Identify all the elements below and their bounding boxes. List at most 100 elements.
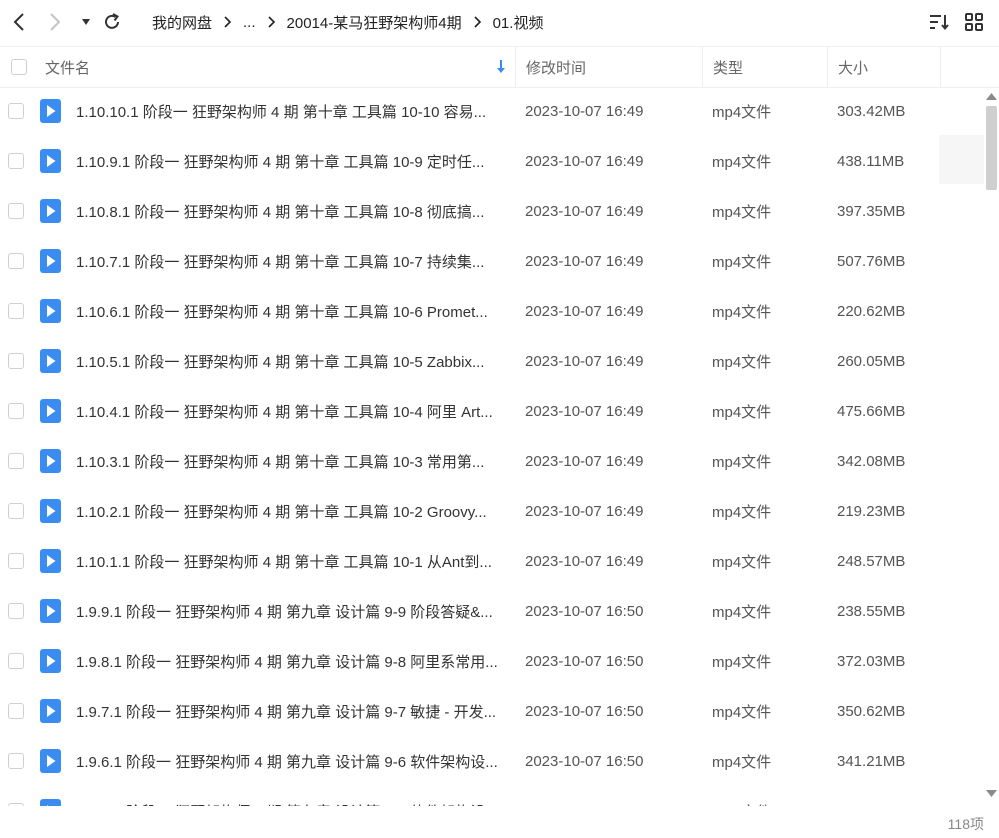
file-row[interactable]: 1.10.10.1 阶段一 狂野架构师 4 期 第十章 工具篇 10-10 容易… xyxy=(0,86,984,136)
sort-button[interactable] xyxy=(928,11,950,33)
row-checkbox[interactable] xyxy=(8,553,24,569)
video-file-icon xyxy=(40,699,61,723)
video-file-icon xyxy=(40,749,61,773)
row-checkbox[interactable] xyxy=(8,803,24,806)
file-type-text: mp4文件 xyxy=(712,603,772,621)
file-modified-time: 2023-10-07 16:49 xyxy=(525,286,695,336)
row-checkbox[interactable] xyxy=(8,503,24,519)
file-name-text: 1.9.6.1 阶段一 狂野架构师 4 期 第九章 设计篇 9-6 软件架构设.… xyxy=(76,753,498,771)
file-name[interactable]: 1.9.7.1 阶段一 狂野架构师 4 期 第九章 设计篇 9-7 敏捷 - 开… xyxy=(76,686,506,736)
breadcrumb-item-folder[interactable]: 20014-某马狂野架构师4期 xyxy=(287,12,462,33)
file-row[interactable]: 1.9.7.1 阶段一 狂野架构师 4 期 第九章 设计篇 9-7 敏捷 - 开… xyxy=(0,686,984,736)
file-name[interactable]: 1.9.6.1 阶段一 狂野架构师 4 期 第九章 设计篇 9-6 软件架构设.… xyxy=(76,736,506,786)
file-name[interactable]: 1.10.5.1 阶段一 狂野架构师 4 期 第十章 工具篇 10-5 Zabb… xyxy=(76,336,506,386)
file-row[interactable]: 1.9.5.1 阶段一 狂野架构师 4 期 第九章 设计篇 9-5 软件架构设.… xyxy=(0,786,984,806)
video-file-icon xyxy=(40,299,61,323)
breadcrumb-item-root[interactable]: 我的网盘 xyxy=(152,12,212,33)
file-type: mp4文件 xyxy=(712,436,822,486)
file-name[interactable]: 1.10.8.1 阶段一 狂野架构师 4 期 第十章 工具篇 10-8 彻底搞.… xyxy=(76,186,506,236)
row-checkbox[interactable] xyxy=(8,303,24,319)
file-size-text: 303.42MB xyxy=(837,102,906,120)
column-header: 文件名 修改时间 类型 大小 xyxy=(0,46,999,88)
file-icon-cell xyxy=(40,286,62,336)
file-type: mp4文件 xyxy=(712,286,822,336)
file-name-text: 1.10.6.1 阶段一 狂野架构师 4 期 第十章 工具篇 10-6 Prom… xyxy=(76,303,488,321)
vertical-scrollbar[interactable] xyxy=(984,86,999,806)
row-checkbox[interactable] xyxy=(8,403,24,419)
video-file-icon xyxy=(40,399,61,423)
scrollbar-thumb[interactable] xyxy=(986,106,997,190)
file-name-text: 1.10.3.1 阶段一 狂野架构师 4 期 第十章 工具篇 10-3 常用第.… xyxy=(76,453,485,471)
file-name[interactable]: 1.9.5.1 阶段一 狂野架构师 4 期 第九章 设计篇 9-5 软件架构设.… xyxy=(76,786,506,807)
file-name[interactable]: 1.9.8.1 阶段一 狂野架构师 4 期 第九章 设计篇 9-8 阿里系常用.… xyxy=(76,636,506,686)
row-checkbox[interactable] xyxy=(8,203,24,219)
row-checkbox-cell xyxy=(8,486,26,536)
row-checkbox[interactable] xyxy=(8,653,24,669)
row-checkbox[interactable] xyxy=(8,603,24,619)
file-type-text: mp4文件 xyxy=(712,553,772,571)
file-row[interactable]: 1.9.9.1 阶段一 狂野架构师 4 期 第九章 设计篇 9-9 阶段答疑&.… xyxy=(0,586,984,636)
row-checkbox[interactable] xyxy=(8,453,24,469)
file-name[interactable]: 1.10.10.1 阶段一 狂野架构师 4 期 第十章 工具篇 10-10 容易… xyxy=(76,86,506,136)
file-row[interactable]: 1.9.6.1 阶段一 狂野架构师 4 期 第九章 设计篇 9-6 软件架构设.… xyxy=(0,736,984,786)
row-checkbox[interactable] xyxy=(8,153,24,169)
file-row[interactable]: 1.10.3.1 阶段一 狂野架构师 4 期 第十章 工具篇 10-3 常用第.… xyxy=(0,436,984,486)
file-row[interactable]: 1.9.8.1 阶段一 狂野架构师 4 期 第九章 设计篇 9-8 阿里系常用.… xyxy=(0,636,984,686)
file-name[interactable]: 1.10.4.1 阶段一 狂野架构师 4 期 第十章 工具篇 10-4 阿里 A… xyxy=(76,386,506,436)
file-icon-cell xyxy=(40,436,62,486)
file-name[interactable]: 1.10.7.1 阶段一 狂野架构师 4 期 第十章 工具篇 10-7 持续集.… xyxy=(76,236,506,286)
file-type: mp4文件 xyxy=(712,586,822,636)
column-header-time[interactable]: 修改时间 xyxy=(515,47,702,87)
row-checkbox-cell xyxy=(8,336,26,386)
breadcrumb-item-ellipsis[interactable]: ... xyxy=(243,14,256,31)
file-icon-cell xyxy=(40,536,62,586)
grid-view-button[interactable] xyxy=(963,11,985,33)
file-name[interactable]: 1.9.9.1 阶段一 狂野架构师 4 期 第九章 设计篇 9-9 阶段答疑&.… xyxy=(76,586,506,636)
file-row[interactable]: 1.10.9.1 阶段一 狂野架构师 4 期 第十章 工具篇 10-9 定时任.… xyxy=(0,136,984,186)
breadcrumb-item-current[interactable]: 01.视频 xyxy=(493,12,544,33)
file-row[interactable]: 1.10.8.1 阶段一 狂野架构师 4 期 第十章 工具篇 10-8 彻底搞.… xyxy=(0,186,984,236)
row-checkbox[interactable] xyxy=(8,253,24,269)
back-button[interactable] xyxy=(8,8,30,36)
column-header-time-label: 修改时间 xyxy=(526,59,587,77)
file-size: 438.11MB xyxy=(837,136,937,186)
file-name[interactable]: 1.10.3.1 阶段一 狂野架构师 4 期 第十章 工具篇 10-3 常用第.… xyxy=(76,436,506,486)
forward-button[interactable] xyxy=(44,8,66,36)
column-header-size-label: 大小 xyxy=(838,59,869,77)
column-header-type[interactable]: 类型 xyxy=(702,47,827,87)
row-checkbox[interactable] xyxy=(8,353,24,369)
file-row[interactable]: 1.10.6.1 阶段一 狂野架构师 4 期 第十章 工具篇 10-6 Prom… xyxy=(0,286,984,336)
item-count: 118项 xyxy=(947,816,984,832)
file-size: 376.97MB xyxy=(837,786,937,807)
select-all-checkbox[interactable] xyxy=(11,59,27,75)
file-row[interactable]: 1.10.1.1 阶段一 狂野架构师 4 期 第十章 工具篇 10-1 从Ant… xyxy=(0,536,984,586)
file-row[interactable]: 1.10.5.1 阶段一 狂野架构师 4 期 第十章 工具篇 10-5 Zabb… xyxy=(0,336,984,386)
video-file-icon xyxy=(40,799,61,806)
file-row[interactable]: 1.10.4.1 阶段一 狂野架构师 4 期 第十章 工具篇 10-4 阿里 A… xyxy=(0,386,984,436)
column-header-name[interactable]: 文件名 xyxy=(45,47,515,87)
row-checkbox-cell xyxy=(8,86,26,136)
column-header-size[interactable]: 大小 xyxy=(827,47,941,87)
file-name[interactable]: 1.10.1.1 阶段一 狂野架构师 4 期 第十章 工具篇 10-1 从Ant… xyxy=(76,536,506,586)
refresh-button[interactable] xyxy=(100,8,124,36)
file-size-text: 507.76MB xyxy=(837,252,906,270)
file-row[interactable]: 1.10.2.1 阶段一 狂野架构师 4 期 第十章 工具篇 10-2 Groo… xyxy=(0,486,984,536)
file-icon-cell xyxy=(40,336,62,386)
file-size-text: 342.08MB xyxy=(837,452,906,470)
scroll-up-arrow-icon[interactable] xyxy=(985,90,998,102)
file-type: mp4文件 xyxy=(712,736,822,786)
file-size: 507.76MB xyxy=(837,236,937,286)
file-name[interactable]: 1.10.9.1 阶段一 狂野架构师 4 期 第十章 工具篇 10-9 定时任.… xyxy=(76,136,506,186)
history-dropdown-button[interactable] xyxy=(79,8,93,36)
file-type-text: mp4文件 xyxy=(712,703,772,721)
scroll-down-arrow-icon[interactable] xyxy=(985,788,998,800)
row-checkbox[interactable] xyxy=(8,753,24,769)
file-name-text: 1.10.5.1 阶段一 狂野架构师 4 期 第十章 工具篇 10-5 Zabb… xyxy=(76,353,485,371)
row-checkbox[interactable] xyxy=(8,703,24,719)
row-checkbox[interactable] xyxy=(8,103,24,119)
file-modified-time: 2023-10-07 16:49 xyxy=(525,486,695,536)
file-name[interactable]: 1.10.6.1 阶段一 狂野架构师 4 期 第十章 工具篇 10-6 Prom… xyxy=(76,286,506,336)
file-name[interactable]: 1.10.2.1 阶段一 狂野架构师 4 期 第十章 工具篇 10-2 Groo… xyxy=(76,486,506,536)
file-row[interactable]: 1.10.7.1 阶段一 狂野架构师 4 期 第十章 工具篇 10-7 持续集.… xyxy=(0,236,984,286)
video-file-icon xyxy=(40,199,61,223)
